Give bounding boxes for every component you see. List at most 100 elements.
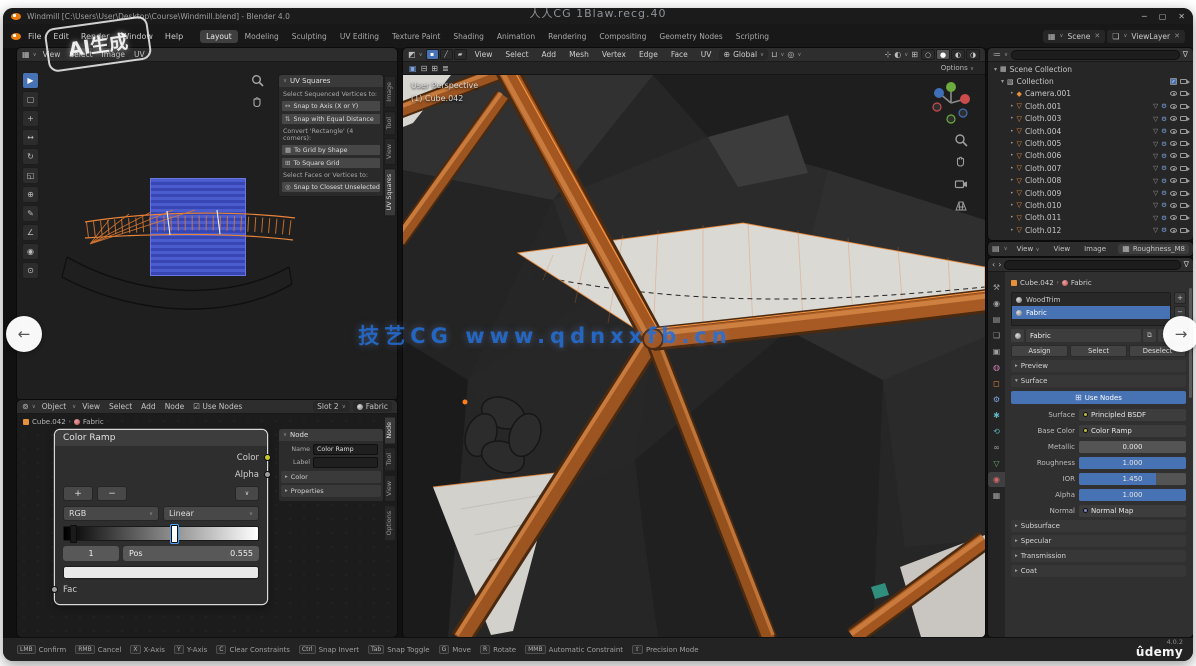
shader-canvas[interactable]: Cube.042 › Fabric Color Ramp Color Alph xyxy=(17,414,397,637)
properties-tab[interactable]: ⟲ xyxy=(988,424,1005,439)
use-nodes-button[interactable]: ⊞ Use Nodes xyxy=(1011,391,1186,404)
shading-solid[interactable]: ● xyxy=(936,49,950,60)
viewlayer-selector[interactable]: ❏ ∨ ViewLayer ✕ xyxy=(1107,30,1185,43)
viewport-canvas[interactable]: User Perspective (1) Cube.042 xyxy=(403,75,985,637)
color-ramp-node[interactable]: Color Ramp Color Alpha + − xyxy=(55,430,267,604)
proportional-editing-toggle[interactable]: ◎ xyxy=(787,50,794,59)
disable-render-toggle[interactable] xyxy=(1180,215,1187,220)
workspace-tab[interactable]: Animation xyxy=(491,30,541,43)
uv-editor-menu[interactable]: Image xyxy=(99,50,129,59)
workspace-tab[interactable]: Layout xyxy=(200,30,238,43)
to-grid-by-shape-button[interactable]: ▦ To Grid by Shape xyxy=(281,144,381,156)
roughness-slider[interactable]: 1.000 xyxy=(1079,457,1186,469)
previous-arrow-button[interactable]: ← xyxy=(6,316,42,352)
menubar-menu[interactable]: File xyxy=(23,31,46,42)
stop-position-slider[interactable]: Pos 0.555 xyxy=(123,546,259,561)
disable-render-toggle[interactable] xyxy=(1180,166,1187,171)
uv-tool-button[interactable]: ∠ xyxy=(22,224,39,241)
pan-hand-icon[interactable] xyxy=(251,96,264,109)
hide-viewport-toggle[interactable] xyxy=(1170,203,1177,208)
shading-wireframe[interactable]: ○ xyxy=(921,49,935,60)
properties-tab[interactable]: ∞ xyxy=(988,440,1005,455)
outliner-object-row[interactable]: • ▽ Cloth.008 ▽ ⚙ xyxy=(988,175,1193,187)
hide-viewport-toggle[interactable] xyxy=(1170,153,1177,158)
disable-render-toggle[interactable] xyxy=(1180,153,1187,158)
add-slot-button[interactable]: + xyxy=(1174,292,1186,304)
sidebar-tab[interactable]: Node xyxy=(384,416,396,444)
surface-shader-selector[interactable]: Principled BSDF xyxy=(1079,409,1186,421)
hide-viewport-toggle[interactable] xyxy=(1170,116,1177,121)
editor-type-icon[interactable]: ≔ xyxy=(993,51,1001,59)
navigation-gizmo[interactable] xyxy=(929,81,973,125)
menubar-menu[interactable]: Render xyxy=(76,31,114,42)
workspace-tab[interactable]: Shading xyxy=(447,30,489,43)
snap-to-closest-unselected-button[interactable]: ◎ Snap to Closest Unselected xyxy=(281,181,381,193)
color-section-header[interactable]: ▸ Color xyxy=(281,471,381,483)
filter-icon[interactable]: ∇ xyxy=(1184,261,1189,269)
outliner-object-row[interactable]: • ▽ Cloth.004 ▽ ⚙ xyxy=(988,125,1193,137)
hide-viewport-toggle[interactable] xyxy=(1170,191,1177,196)
hide-viewport-toggle[interactable] xyxy=(1170,104,1177,109)
hide-viewport-toggle[interactable] xyxy=(1170,141,1177,146)
expand-icon[interactable]: ▾ xyxy=(1001,78,1004,85)
sidebar-tab[interactable]: View xyxy=(384,138,396,165)
image-editor-menu[interactable]: View xyxy=(1048,244,1075,254)
ramp-stop-0[interactable] xyxy=(70,525,77,543)
zoom-icon[interactable] xyxy=(954,133,968,147)
close-button[interactable]: ✕ xyxy=(1178,12,1185,21)
properties-search-input[interactable] xyxy=(1004,260,1180,270)
snap-equal-distance-button[interactable]: ⇅ Snap with Equal Distance xyxy=(281,113,381,125)
hide-viewport-toggle[interactable] xyxy=(1170,166,1177,171)
disable-render-toggle[interactable] xyxy=(1180,91,1187,96)
mirror-x-icon[interactable]: ⊟ xyxy=(421,64,428,73)
maximize-button[interactable]: ▢ xyxy=(1159,12,1167,21)
gizmos-toggle[interactable]: ⊹ xyxy=(885,50,892,59)
uv-tool-button[interactable]: ✎ xyxy=(22,205,39,222)
unlink-icon[interactable]: ✕ xyxy=(1174,32,1180,40)
properties-tab[interactable]: ▽ xyxy=(988,456,1005,471)
outliner-object-row[interactable]: • ▽ Cloth.011 ▽ ⚙ xyxy=(988,212,1193,224)
disable-render-toggle[interactable] xyxy=(1180,116,1187,121)
node-title[interactable]: Color Ramp xyxy=(55,430,267,446)
hide-viewport-toggle[interactable] xyxy=(1170,129,1177,134)
editor-type-icon[interactable]: ⊚ xyxy=(22,403,29,411)
material-slot[interactable]: WoodTrim xyxy=(1012,293,1170,306)
collapsed-panel-header[interactable]: ▸ Coat xyxy=(1011,565,1186,577)
stop-color-swatch[interactable] xyxy=(63,566,259,579)
uv-editor-menu[interactable]: Select xyxy=(66,50,95,59)
node-panel-header[interactable]: ∨ Node xyxy=(279,429,383,441)
uv-tool-button[interactable]: ◱ xyxy=(22,167,39,184)
node-name-field[interactable]: Color Ramp xyxy=(313,444,378,455)
uv-canvas[interactable]: ▶ ▢ + ↔ ↻ ◱ ⊕ xyxy=(17,62,397,400)
color-ramp-gradient[interactable] xyxy=(63,526,259,541)
edge-select-mode[interactable]: ╱ xyxy=(440,49,453,60)
workspace-tab[interactable]: Modeling xyxy=(239,30,285,43)
use-nodes-checkbox[interactable]: ☑ Use Nodes xyxy=(190,402,245,411)
outliner-object-row[interactable]: • ▽ Cloth.006 ▽ ⚙ xyxy=(988,150,1193,162)
mirror-y-icon[interactable]: ⊞ xyxy=(431,64,438,73)
editor-type-icon[interactable]: ▤ xyxy=(992,245,1000,253)
surface-panel-header[interactable]: ▾ Surface xyxy=(1011,375,1186,387)
outliner-object-row[interactable]: • ▽ Cloth.001 ▽ ⚙ xyxy=(988,100,1193,112)
interpolation-dropdown[interactable]: Linear ∨ xyxy=(163,506,259,521)
viewport-menu[interactable]: Vertex xyxy=(597,49,631,60)
browse-material-dropdown[interactable] xyxy=(1011,329,1024,342)
outliner-object-row[interactable]: • ▽ Cloth.009 ▽ ⚙ xyxy=(988,187,1193,199)
material-action-button[interactable]: Assign xyxy=(1011,345,1068,357)
uv-editor-menu[interactable]: View xyxy=(40,50,64,59)
next-arrow-button[interactable]: → xyxy=(1163,316,1196,352)
collapsed-panel-header[interactable]: ▸ Specular xyxy=(1011,535,1186,547)
image-datablock[interactable]: ▦ Roughness_M8 xyxy=(1118,244,1189,254)
fac-socket[interactable] xyxy=(51,586,58,593)
properties-tab[interactable]: ◍ xyxy=(988,360,1005,375)
add-stop-button[interactable]: + xyxy=(63,486,93,501)
workspace-tab[interactable]: UV Editing xyxy=(334,30,385,43)
alpha-slider[interactable]: 1.000 xyxy=(1079,489,1186,501)
unlink-icon[interactable]: ✕ xyxy=(1094,32,1100,40)
outliner-object-row[interactable]: • ▽ Cloth.012 ▽ ⚙ xyxy=(988,224,1193,236)
back-icon[interactable]: ‹ xyxy=(992,261,995,269)
uv-squares-panel-header[interactable]: ∨ UV Squares xyxy=(279,75,383,87)
metallic-slider[interactable]: 0.000 xyxy=(1079,441,1186,453)
workspace-tab[interactable]: Sculpting xyxy=(286,30,333,43)
properties-tab[interactable]: ▣ xyxy=(988,344,1005,359)
